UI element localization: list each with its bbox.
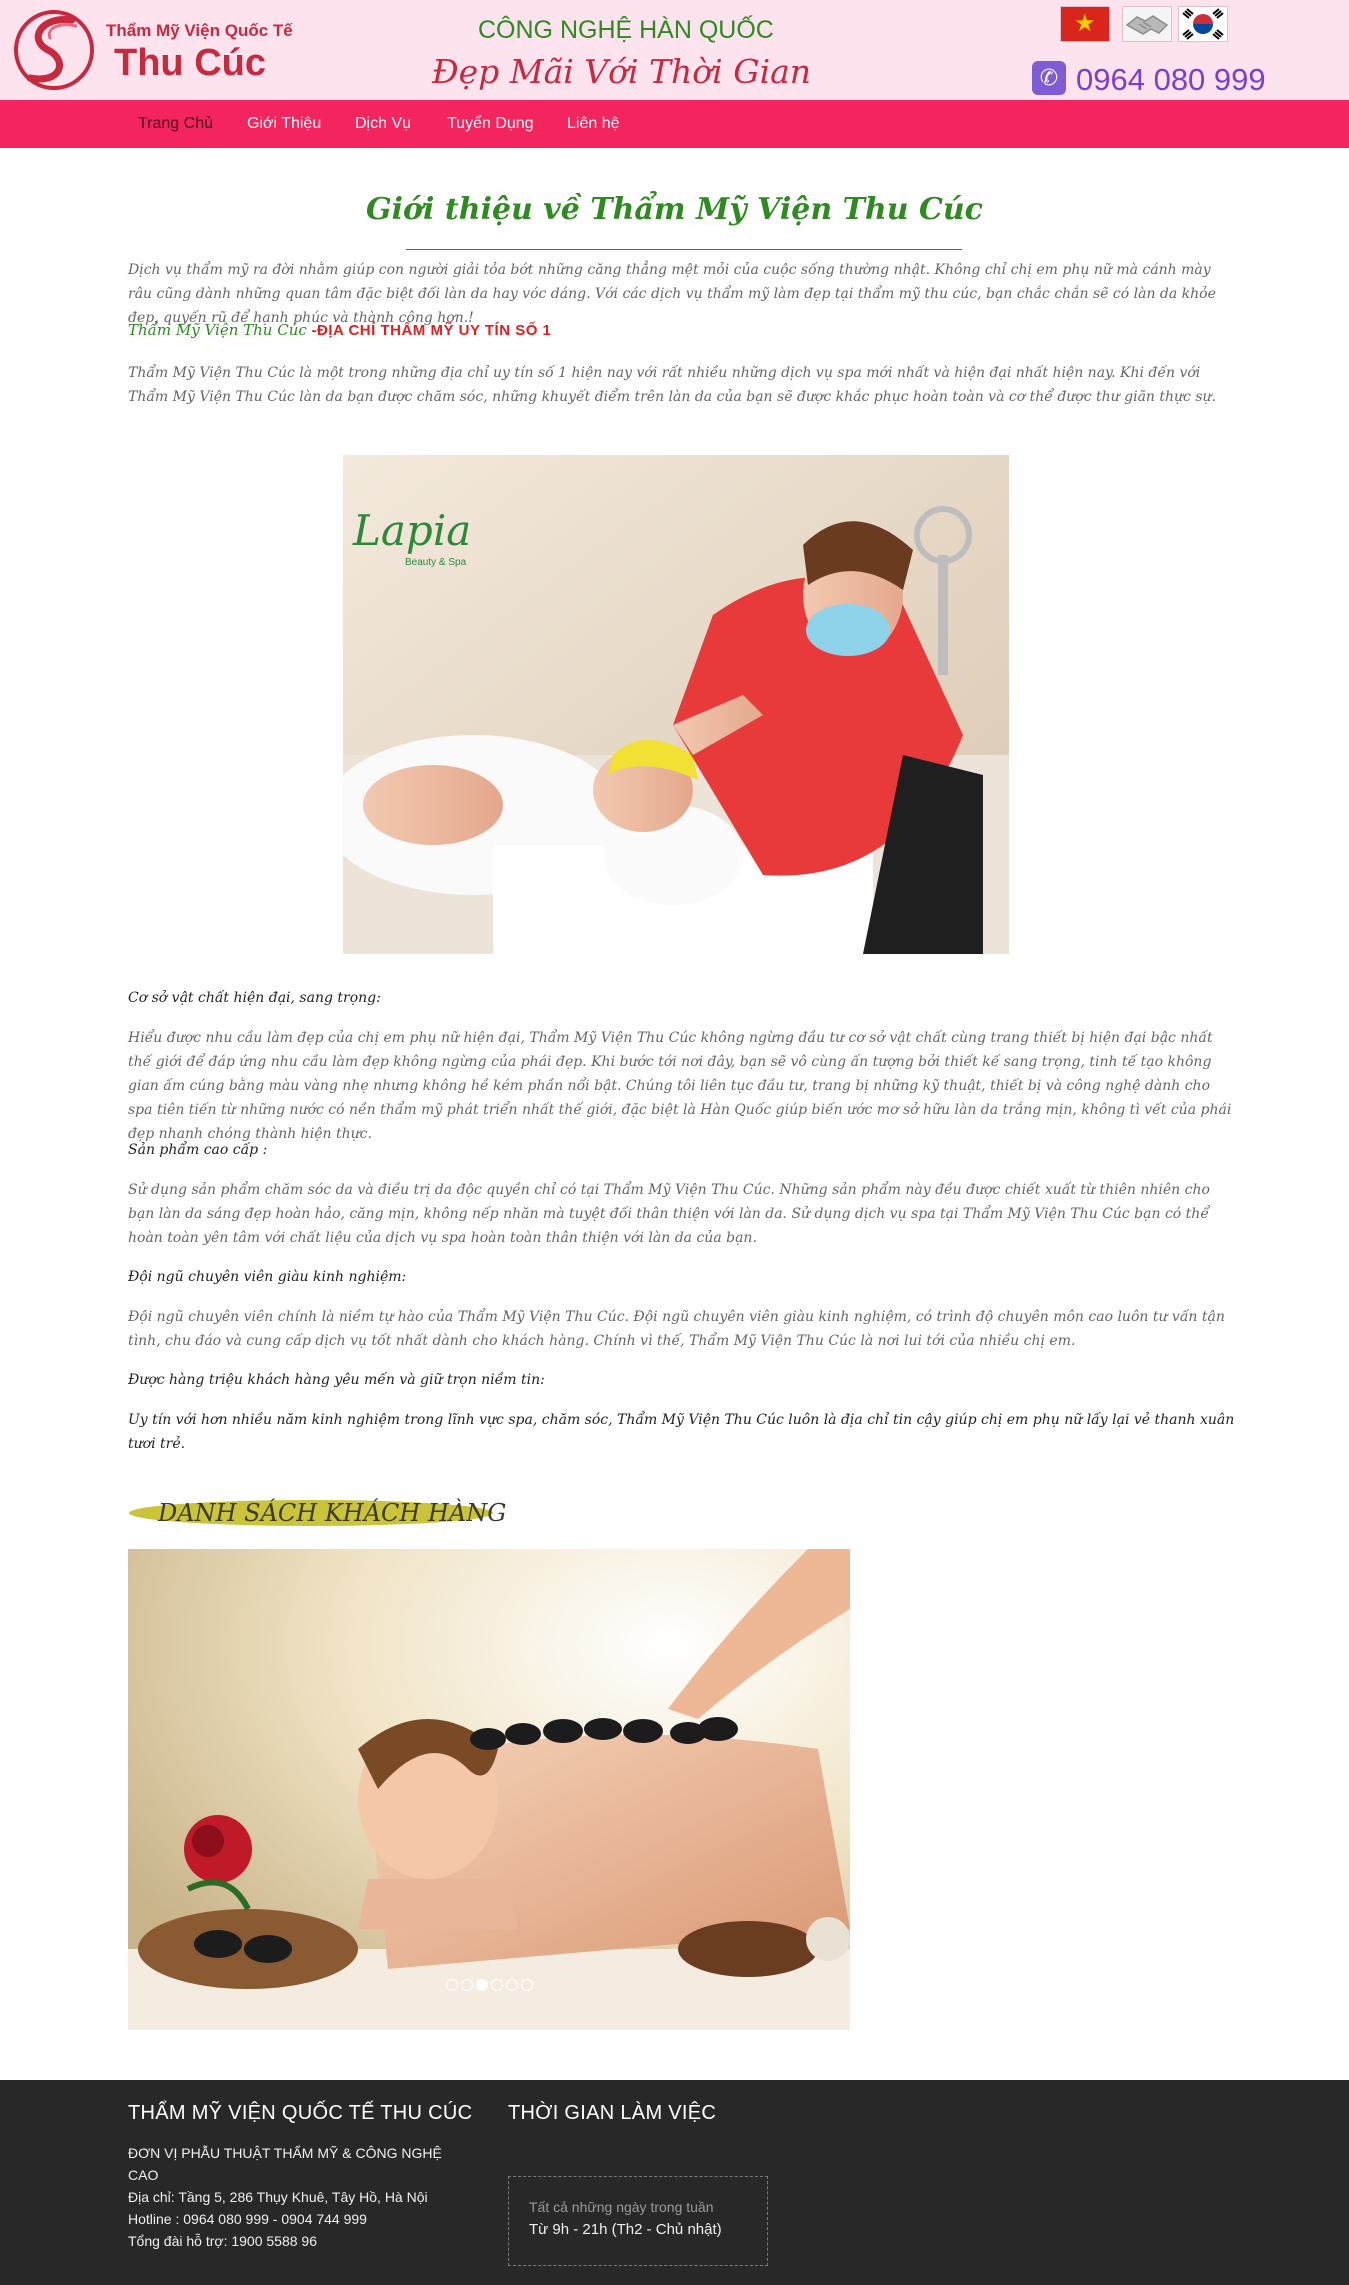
- section-body-facilities: Hiểu được nhu cầu làm đẹp của chị em phụ…: [128, 1030, 1232, 1142]
- logo-subtitle: Thẩm Mỹ Viện Quốc Tế: [106, 21, 293, 40]
- hours-value: Từ 9h - 21h (Th2 - Chủ nhật): [529, 2221, 722, 2238]
- slider-dot-3[interactable]: [476, 1979, 488, 1991]
- slogan-technology: CÔNG NGHỆ HÀN QUỐC: [478, 16, 774, 44]
- highlight-tagline: -ĐỊA CHỈ THẨM MỸ UY TÍN SỐ 1: [311, 322, 552, 339]
- highlight-brand: Thẩm Mỹ Viện Thu Cúc: [128, 321, 312, 339]
- slider-image: [128, 1549, 850, 2030]
- site-logo[interactable]: Thẩm Mỹ Viện Quốc Tế Thu Cúc: [10, 6, 293, 94]
- section-heading-team: Đội ngũ chuyên viên giàu kinh nghiệm:: [128, 1269, 407, 1285]
- phone-icon[interactable]: ✆: [1032, 61, 1066, 95]
- section-heading-products: Sản phẩm cao cấp :: [128, 1142, 268, 1158]
- nav-item-services[interactable]: Dịch Vụ: [355, 100, 411, 148]
- footer-hours-title: THỜI GIAN LÀM VIỆC: [508, 2102, 717, 2124]
- section-body-team: Đội ngũ chuyên viên chính là niềm tự hào…: [128, 1309, 1225, 1349]
- site-footer: THẨM MỸ VIỆN QUỐC TẾ THU CÚC ĐƠN VỊ PHẪU…: [0, 2080, 1349, 2285]
- site-header: Thẩm Mỹ Viện Quốc Tế Thu Cúc CÔNG NGHỆ H…: [0, 0, 1349, 100]
- section-heading-facilities: Cơ sở vật chất hiện đại, sang trọng:: [128, 990, 381, 1006]
- slider-dot-6[interactable]: [521, 1979, 533, 1991]
- footer-company-title: THẨM MỸ VIỆN QUỐC TẾ THU CÚC: [128, 2102, 473, 2124]
- nav-item-home[interactable]: Trang Chủ: [138, 100, 213, 148]
- main-navigation: Trang Chủ Giới Thiệu Dịch Vụ Tuyển Dụng …: [0, 100, 1349, 148]
- intro-paragraph: Dịch vụ thẩm mỹ ra đời nhằm giúp con ngư…: [128, 262, 1216, 326]
- spa-treatment-image: Lapia Beauty & Spa: [343, 455, 1009, 954]
- korea-flag-icon[interactable]: [1178, 6, 1228, 42]
- customer-slider[interactable]: [128, 1549, 850, 2030]
- slider-dot-5[interactable]: [506, 1979, 518, 1991]
- nav-item-contact[interactable]: Liên hệ: [567, 100, 620, 148]
- footer-line-2: CAO: [128, 2167, 159, 2183]
- footer-line-1: ĐƠN VỊ PHẪU THUẬT THẨM MỸ & CÔNG NGHỆ: [128, 2145, 442, 2161]
- footer-hotline[interactable]: Hotline : 0964 080 999 - 0904 744 999: [128, 2208, 367, 2230]
- footer-support-line[interactable]: Tổng đài hỗ trợ: 1900 5588 96: [128, 2230, 317, 2252]
- slogan-tagline: Đẹp Mãi Với Thời Gian: [432, 52, 812, 91]
- customers-heading: DANH SÁCH KHÁCH HÀNG: [128, 1495, 506, 1531]
- nav-item-about[interactable]: Giới Thiệu: [247, 100, 321, 148]
- section-body-trust: Uy tín với hơn nhiều năm kinh nghiệm tro…: [128, 1412, 1235, 1452]
- lapia-logo-subtext: Beauty & Spa: [405, 557, 467, 568]
- section-body-products: Sử dụng sản phẩm chăm sóc da và điều trị…: [128, 1182, 1210, 1246]
- handshake-icon[interactable]: [1122, 6, 1172, 42]
- title-divider: [406, 249, 962, 250]
- hours-label: Tất cả những ngày trong tuần: [529, 2199, 714, 2215]
- hotline-number[interactable]: 0964 080 999: [1076, 62, 1266, 98]
- slider-dot-4[interactable]: [491, 1979, 503, 1991]
- footer-address: Địa chỉ: Tầng 5, 286 Thụy Khuê, Tây Hồ, …: [128, 2189, 428, 2205]
- slider-dot-1[interactable]: [446, 1979, 458, 1991]
- page-title: Giới thiệu về Thẩm Mỹ Viện Thu Cúc: [366, 192, 983, 227]
- logo-brand-name: Thu Cúc: [114, 42, 266, 84]
- logo-mark-icon: [14, 10, 94, 90]
- nav-item-careers[interactable]: Tuyển Dụng: [447, 100, 534, 148]
- customers-title: DANH SÁCH KHÁCH HÀNG: [158, 1499, 507, 1527]
- vietnam-flag-icon[interactable]: ★: [1060, 6, 1110, 42]
- intro-paragraph-2: Thẩm Mỹ Viện Thu Cúc là một trong những …: [128, 365, 1216, 405]
- lapia-logo-text: Lapia: [352, 506, 471, 555]
- hours-box: Tất cả những ngày trong tuần Từ 9h - 21h…: [508, 2176, 768, 2266]
- section-heading-trust: Được hàng triệu khách hàng yêu mến và gi…: [128, 1372, 545, 1388]
- slider-dot-2[interactable]: [461, 1979, 473, 1991]
- highlight-line: Thẩm Mỹ Viện Thu Cúc -ĐỊA CHỈ THẨM MỸ UY…: [128, 321, 551, 339]
